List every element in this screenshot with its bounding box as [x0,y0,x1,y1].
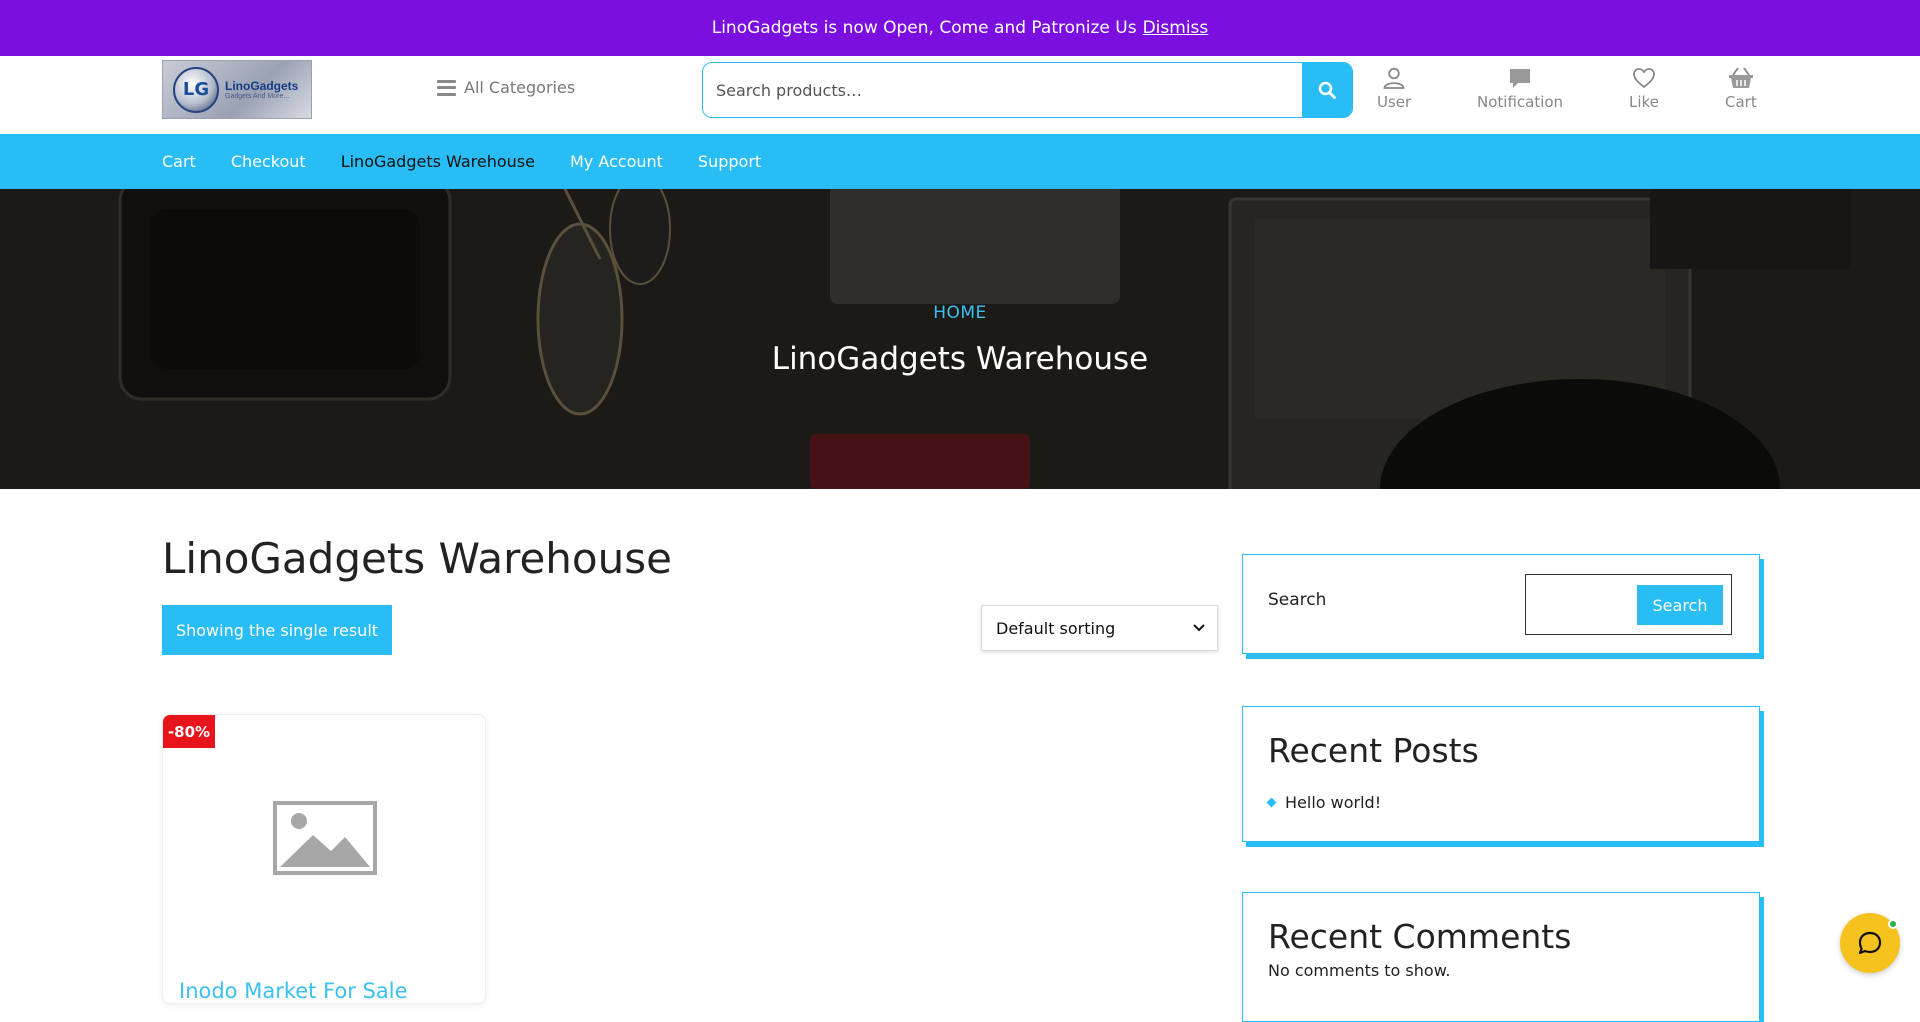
sorting-selected: Default sorting [996,618,1116,638]
product-search-button[interactable] [1302,63,1352,117]
notice-text: LinoGadgets is now Open, Come and Patron… [711,18,1137,38]
notification-icon [1510,69,1531,88]
breadcrumb-home[interactable]: HOME [0,303,1920,323]
sale-badge: -80% [163,715,215,748]
search-widget-box: Search [1525,574,1732,635]
recent-posts-widget: Recent Posts Hello world! [1242,706,1760,842]
user-icon [1383,67,1405,89]
result-count: Showing the single result [162,605,392,655]
search-icon [1318,81,1336,99]
online-status-dot [1888,919,1898,929]
no-comments-text: No comments to show. [1268,961,1451,980]
recent-comments-title: Recent Comments [1268,917,1572,956]
nav-my-account[interactable]: My Account [570,152,663,171]
hero-overlay [0,189,1920,489]
page-hero: HOME LinoGadgets Warehouse [0,189,1920,489]
dismiss-link[interactable]: Dismiss [1143,18,1209,38]
nav-cart[interactable]: Cart [162,152,196,171]
nav-support[interactable]: Support [698,152,761,171]
header-notification-link[interactable]: Notification [1477,66,1563,111]
cart-label: Cart [1725,93,1757,111]
chat-launcher-button[interactable] [1840,913,1900,973]
chat-bubble-icon [1858,931,1882,955]
store-notice: LinoGadgets is now Open, Come and Patron… [0,0,1920,56]
nav-warehouse[interactable]: LinoGadgets Warehouse [341,152,535,171]
recent-post-item[interactable]: Hello world! [1266,793,1381,812]
recent-post-link[interactable]: Hello world! [1285,793,1381,812]
bullet-icon [1266,797,1277,808]
product-card[interactable]: -80% Inodo Market For Sale [162,714,486,1004]
user-label: User [1377,93,1412,111]
site-header: LG LinoGadgets Gadgets And More... All C… [0,56,1920,134]
chevron-down-icon [1193,624,1205,632]
heart-icon [1633,68,1655,89]
notification-label: Notification [1477,93,1564,111]
like-label: Like [1629,93,1659,111]
categories-label: All Categories [464,78,576,97]
product-title-link[interactable]: Inodo Market For Sale [179,979,408,1003]
header-user-link[interactable]: User [1377,66,1411,111]
product-search [702,62,1353,118]
product-search-input[interactable] [703,63,1302,117]
page-title: LinoGadgets Warehouse [162,534,672,583]
image-placeholder-icon [273,801,377,875]
logo-tagline: Gadgets And More... [225,93,290,100]
recent-posts-title: Recent Posts [1268,731,1479,770]
search-widget-label: Search [1268,590,1327,610]
hero-title: LinoGadgets Warehouse [771,341,1149,377]
search-widget-button[interactable]: Search [1637,585,1723,625]
header-cart-link[interactable]: Cart [1725,66,1757,111]
nav-checkout[interactable]: Checkout [231,152,306,171]
site-logo[interactable]: LG LinoGadgets Gadgets And More... [162,60,312,119]
main-nav: Cart Checkout LinoGadgets Warehouse My A… [0,134,1920,189]
sorting-select[interactable]: Default sorting [981,605,1218,651]
search-widget: Search Search [1242,554,1760,654]
recent-comments-widget: Recent Comments No comments to show. [1242,892,1760,1022]
logo-name: LinoGadgets [225,79,299,93]
all-categories-button[interactable]: All Categories [437,78,575,97]
search-widget-input[interactable] [1532,583,1637,627]
hamburger-icon [437,79,456,96]
logo-mark: LG [173,66,219,113]
header-like-link[interactable]: Like [1629,66,1659,111]
basket-icon [1728,67,1753,88]
